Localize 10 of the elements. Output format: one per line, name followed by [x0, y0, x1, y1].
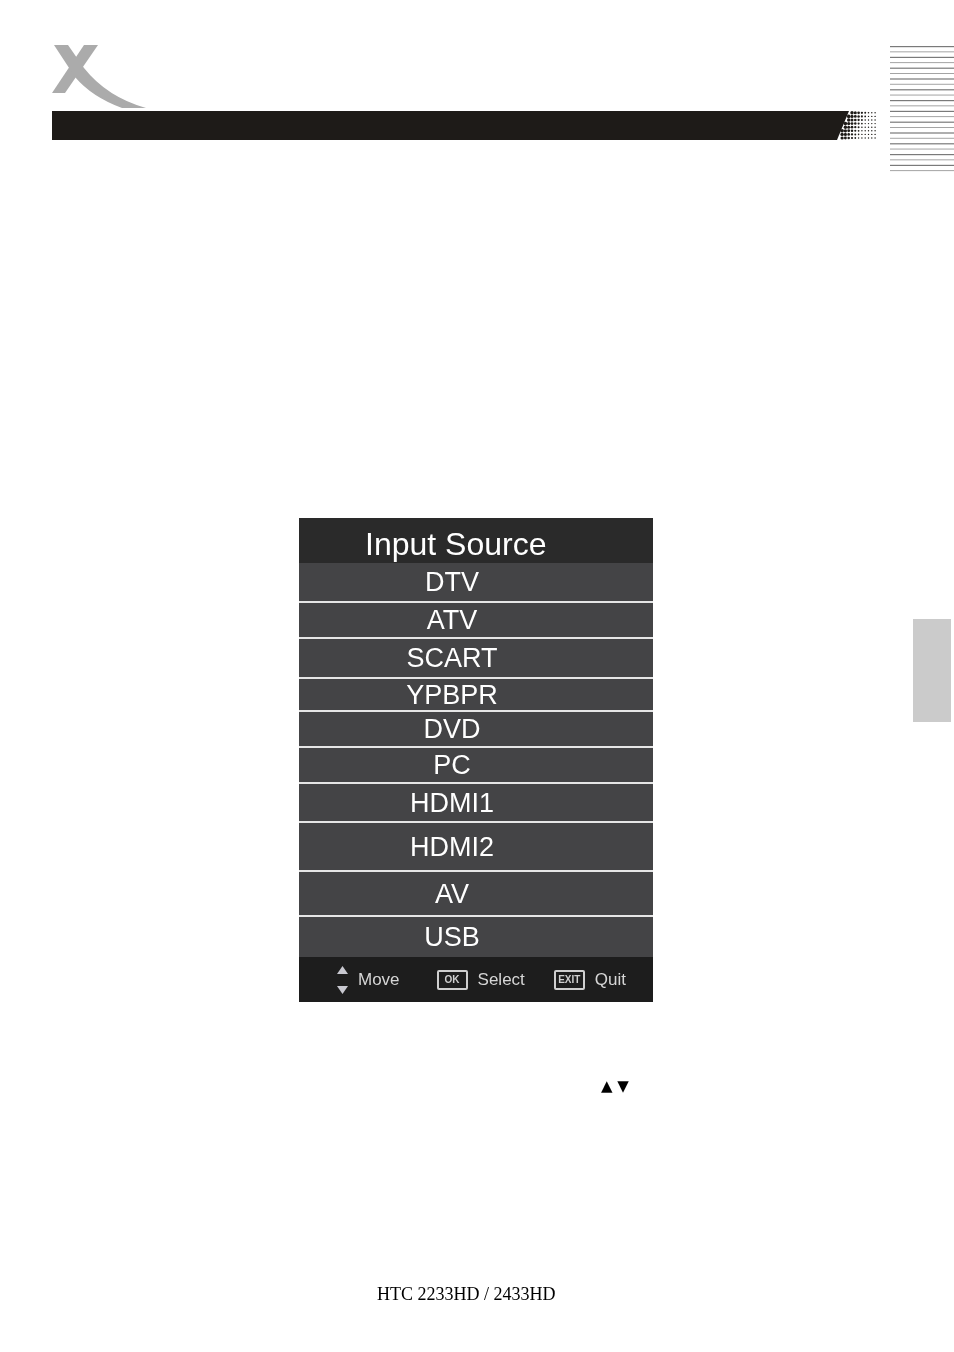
halftone-drawing: [837, 111, 877, 140]
menu-title: Input Source: [299, 518, 653, 563]
remote-key: EXIT: [553, 969, 585, 990]
navigation-arrows: ▲ ▼: [601, 1077, 629, 1095]
hint-label: Quit: [594, 969, 626, 990]
model-name: HTC 2233HD / 2433HD: [377, 1284, 556, 1304]
remote-key: OK: [436, 969, 468, 990]
hint-label: Select: [477, 969, 525, 990]
up-down-arrows-icon: [337, 965, 348, 994]
hint-label: Move: [358, 969, 400, 990]
